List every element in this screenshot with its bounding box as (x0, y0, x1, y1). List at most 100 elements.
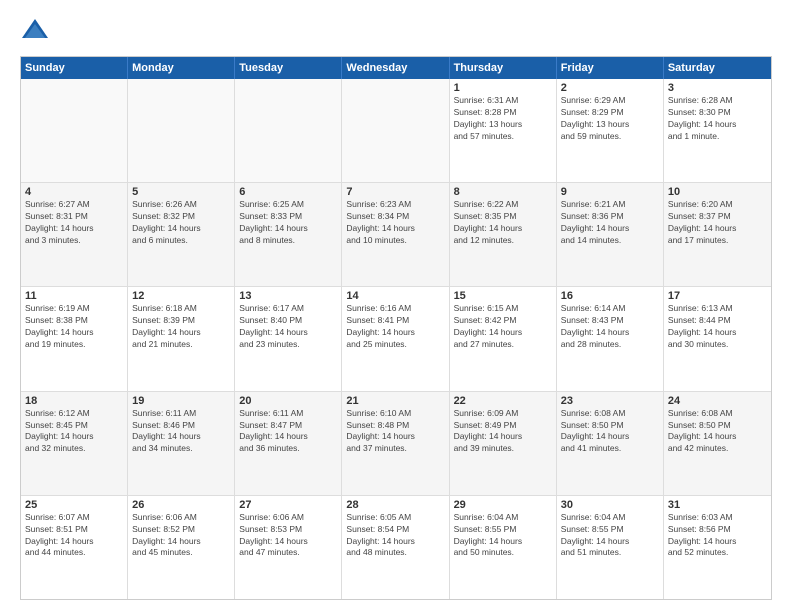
day-info: Sunrise: 6:23 AM Sunset: 8:34 PM Dayligh… (346, 199, 444, 247)
day-number: 5 (132, 186, 230, 198)
calendar-cell: 11Sunrise: 6:19 AM Sunset: 8:38 PM Dayli… (21, 287, 128, 390)
calendar-cell (235, 79, 342, 182)
calendar-cell: 24Sunrise: 6:08 AM Sunset: 8:50 PM Dayli… (664, 392, 771, 495)
calendar-cell: 20Sunrise: 6:11 AM Sunset: 8:47 PM Dayli… (235, 392, 342, 495)
calendar-header-cell: Sunday (21, 57, 128, 79)
day-info: Sunrise: 6:20 AM Sunset: 8:37 PM Dayligh… (668, 199, 767, 247)
day-number: 10 (668, 186, 767, 198)
day-number: 3 (668, 82, 767, 94)
day-number: 17 (668, 290, 767, 302)
day-info: Sunrise: 6:06 AM Sunset: 8:52 PM Dayligh… (132, 512, 230, 560)
day-number: 24 (668, 395, 767, 407)
day-number: 16 (561, 290, 659, 302)
day-info: Sunrise: 6:05 AM Sunset: 8:54 PM Dayligh… (346, 512, 444, 560)
day-info: Sunrise: 6:11 AM Sunset: 8:47 PM Dayligh… (239, 408, 337, 456)
day-number: 27 (239, 499, 337, 511)
day-number: 31 (668, 499, 767, 511)
day-info: Sunrise: 6:07 AM Sunset: 8:51 PM Dayligh… (25, 512, 123, 560)
day-info: Sunrise: 6:14 AM Sunset: 8:43 PM Dayligh… (561, 303, 659, 351)
day-info: Sunrise: 6:10 AM Sunset: 8:48 PM Dayligh… (346, 408, 444, 456)
calendar-cell: 27Sunrise: 6:06 AM Sunset: 8:53 PM Dayli… (235, 496, 342, 599)
calendar-row: 1Sunrise: 6:31 AM Sunset: 8:28 PM Daylig… (21, 79, 771, 183)
day-info: Sunrise: 6:09 AM Sunset: 8:49 PM Dayligh… (454, 408, 552, 456)
calendar-cell: 31Sunrise: 6:03 AM Sunset: 8:56 PM Dayli… (664, 496, 771, 599)
calendar-cell: 23Sunrise: 6:08 AM Sunset: 8:50 PM Dayli… (557, 392, 664, 495)
day-info: Sunrise: 6:08 AM Sunset: 8:50 PM Dayligh… (668, 408, 767, 456)
calendar-cell: 4Sunrise: 6:27 AM Sunset: 8:31 PM Daylig… (21, 183, 128, 286)
calendar-cell: 29Sunrise: 6:04 AM Sunset: 8:55 PM Dayli… (450, 496, 557, 599)
day-info: Sunrise: 6:28 AM Sunset: 8:30 PM Dayligh… (668, 95, 767, 143)
calendar-header-cell: Saturday (664, 57, 771, 79)
calendar-cell: 15Sunrise: 6:15 AM Sunset: 8:42 PM Dayli… (450, 287, 557, 390)
day-info: Sunrise: 6:15 AM Sunset: 8:42 PM Dayligh… (454, 303, 552, 351)
logo (20, 16, 54, 46)
calendar-row: 25Sunrise: 6:07 AM Sunset: 8:51 PM Dayli… (21, 496, 771, 599)
day-info: Sunrise: 6:18 AM Sunset: 8:39 PM Dayligh… (132, 303, 230, 351)
calendar-cell: 14Sunrise: 6:16 AM Sunset: 8:41 PM Dayli… (342, 287, 449, 390)
calendar-row: 11Sunrise: 6:19 AM Sunset: 8:38 PM Dayli… (21, 287, 771, 391)
day-info: Sunrise: 6:16 AM Sunset: 8:41 PM Dayligh… (346, 303, 444, 351)
calendar-header-cell: Monday (128, 57, 235, 79)
calendar-header: SundayMondayTuesdayWednesdayThursdayFrid… (21, 57, 771, 79)
day-number: 14 (346, 290, 444, 302)
calendar-header-cell: Tuesday (235, 57, 342, 79)
calendar-cell (21, 79, 128, 182)
calendar-cell: 10Sunrise: 6:20 AM Sunset: 8:37 PM Dayli… (664, 183, 771, 286)
day-number: 11 (25, 290, 123, 302)
calendar-header-cell: Thursday (450, 57, 557, 79)
day-number: 20 (239, 395, 337, 407)
day-info: Sunrise: 6:26 AM Sunset: 8:32 PM Dayligh… (132, 199, 230, 247)
day-number: 7 (346, 186, 444, 198)
day-number: 18 (25, 395, 123, 407)
day-number: 25 (25, 499, 123, 511)
calendar-cell: 2Sunrise: 6:29 AM Sunset: 8:29 PM Daylig… (557, 79, 664, 182)
day-number: 1 (454, 82, 552, 94)
calendar-cell: 1Sunrise: 6:31 AM Sunset: 8:28 PM Daylig… (450, 79, 557, 182)
day-number: 29 (454, 499, 552, 511)
calendar-cell: 17Sunrise: 6:13 AM Sunset: 8:44 PM Dayli… (664, 287, 771, 390)
calendar-cell (342, 79, 449, 182)
day-number: 9 (561, 186, 659, 198)
day-info: Sunrise: 6:21 AM Sunset: 8:36 PM Dayligh… (561, 199, 659, 247)
calendar-cell: 3Sunrise: 6:28 AM Sunset: 8:30 PM Daylig… (664, 79, 771, 182)
calendar-cell: 13Sunrise: 6:17 AM Sunset: 8:40 PM Dayli… (235, 287, 342, 390)
day-info: Sunrise: 6:13 AM Sunset: 8:44 PM Dayligh… (668, 303, 767, 351)
calendar-cell: 22Sunrise: 6:09 AM Sunset: 8:49 PM Dayli… (450, 392, 557, 495)
day-info: Sunrise: 6:12 AM Sunset: 8:45 PM Dayligh… (25, 408, 123, 456)
calendar: SundayMondayTuesdayWednesdayThursdayFrid… (20, 56, 772, 600)
day-number: 6 (239, 186, 337, 198)
calendar-cell: 7Sunrise: 6:23 AM Sunset: 8:34 PM Daylig… (342, 183, 449, 286)
calendar-row: 18Sunrise: 6:12 AM Sunset: 8:45 PM Dayli… (21, 392, 771, 496)
day-number: 30 (561, 499, 659, 511)
day-info: Sunrise: 6:31 AM Sunset: 8:28 PM Dayligh… (454, 95, 552, 143)
day-number: 22 (454, 395, 552, 407)
day-number: 12 (132, 290, 230, 302)
day-number: 2 (561, 82, 659, 94)
calendar-cell: 9Sunrise: 6:21 AM Sunset: 8:36 PM Daylig… (557, 183, 664, 286)
calendar-cell: 26Sunrise: 6:06 AM Sunset: 8:52 PM Dayli… (128, 496, 235, 599)
logo-icon (20, 16, 50, 46)
calendar-cell: 8Sunrise: 6:22 AM Sunset: 8:35 PM Daylig… (450, 183, 557, 286)
calendar-row: 4Sunrise: 6:27 AM Sunset: 8:31 PM Daylig… (21, 183, 771, 287)
calendar-cell: 5Sunrise: 6:26 AM Sunset: 8:32 PM Daylig… (128, 183, 235, 286)
calendar-body: 1Sunrise: 6:31 AM Sunset: 8:28 PM Daylig… (21, 79, 771, 599)
calendar-cell: 28Sunrise: 6:05 AM Sunset: 8:54 PM Dayli… (342, 496, 449, 599)
calendar-header-cell: Wednesday (342, 57, 449, 79)
day-number: 8 (454, 186, 552, 198)
calendar-cell: 12Sunrise: 6:18 AM Sunset: 8:39 PM Dayli… (128, 287, 235, 390)
day-number: 13 (239, 290, 337, 302)
day-number: 28 (346, 499, 444, 511)
day-info: Sunrise: 6:11 AM Sunset: 8:46 PM Dayligh… (132, 408, 230, 456)
day-info: Sunrise: 6:29 AM Sunset: 8:29 PM Dayligh… (561, 95, 659, 143)
day-info: Sunrise: 6:22 AM Sunset: 8:35 PM Dayligh… (454, 199, 552, 247)
day-number: 26 (132, 499, 230, 511)
calendar-cell: 30Sunrise: 6:04 AM Sunset: 8:55 PM Dayli… (557, 496, 664, 599)
day-number: 21 (346, 395, 444, 407)
day-info: Sunrise: 6:17 AM Sunset: 8:40 PM Dayligh… (239, 303, 337, 351)
page: SundayMondayTuesdayWednesdayThursdayFrid… (0, 0, 792, 612)
calendar-cell: 21Sunrise: 6:10 AM Sunset: 8:48 PM Dayli… (342, 392, 449, 495)
day-info: Sunrise: 6:19 AM Sunset: 8:38 PM Dayligh… (25, 303, 123, 351)
calendar-header-cell: Friday (557, 57, 664, 79)
day-number: 4 (25, 186, 123, 198)
day-info: Sunrise: 6:03 AM Sunset: 8:56 PM Dayligh… (668, 512, 767, 560)
